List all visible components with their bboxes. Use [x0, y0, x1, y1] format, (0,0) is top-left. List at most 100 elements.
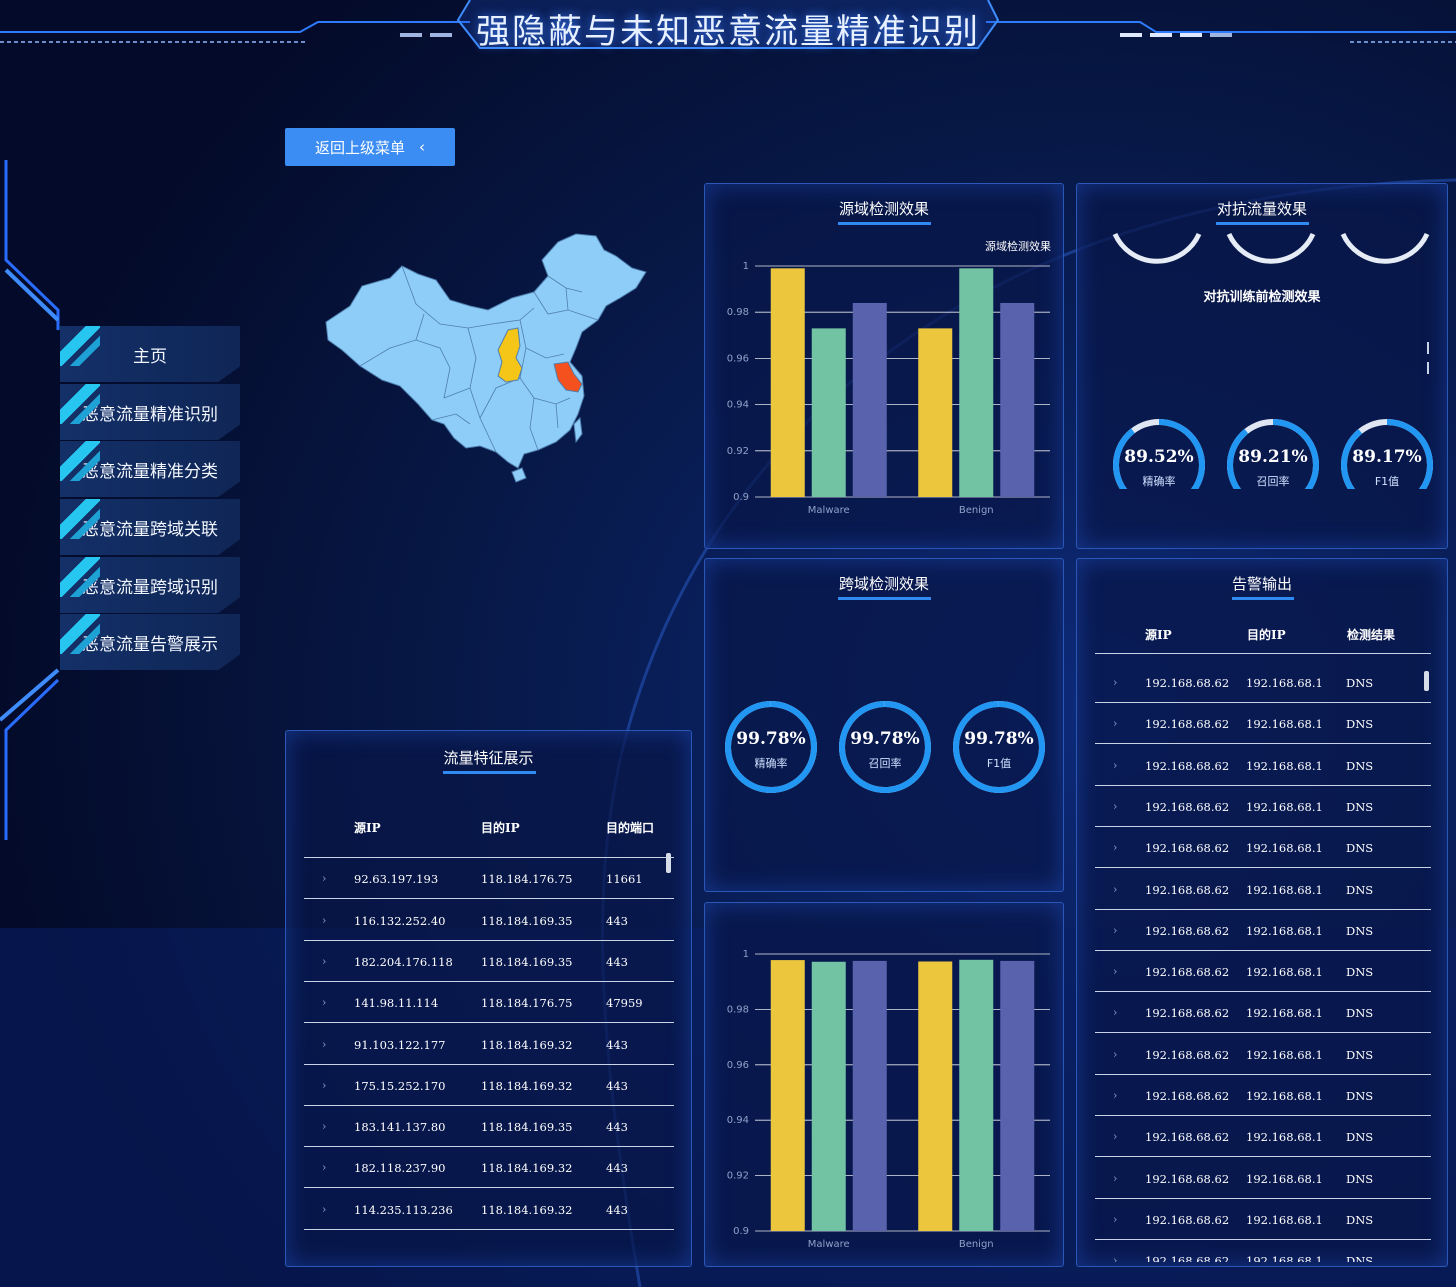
table-cell: 192.168.68.1	[1246, 965, 1323, 980]
table-row[interactable]: › 92.63.197.193 118.184.176.75 11661	[304, 858, 674, 900]
sidebar-item-cross-domain-association[interactable]: 恶意流量跨域关联	[60, 499, 240, 555]
chevron-right-icon[interactable]: ›	[1113, 1172, 1117, 1185]
map-taiwan[interactable]	[573, 416, 583, 444]
table-cell: 192.168.68.1	[1246, 841, 1323, 856]
chevron-right-icon[interactable]: ›	[1113, 676, 1117, 689]
chevron-right-icon[interactable]: ›	[322, 872, 326, 885]
y-tick-label: 0.96	[727, 353, 749, 364]
adversarial-gauges: 89.52% 精确率 89.21% 召回率 89.17% F1值	[1077, 417, 1447, 489]
table-cell: 118.184.169.35	[481, 954, 573, 969]
table-cell: 443	[606, 1161, 628, 1176]
sidebar-item-home[interactable]: 主页	[60, 326, 240, 382]
chevron-right-icon[interactable]: ›	[322, 1161, 326, 1174]
table-row[interactable]: › 192.168.68.62 192.168.68.1 DNS	[1095, 910, 1431, 951]
chevron-right-icon[interactable]: ›	[1113, 841, 1117, 854]
scroll-indicator	[1427, 342, 1429, 354]
chevron-right-icon[interactable]: ›	[1113, 883, 1117, 896]
sidebar-item-precise-identification[interactable]: 恶意流量精准识别	[60, 384, 240, 440]
scrollbar-thumb[interactable]	[666, 853, 671, 873]
chevron-right-icon[interactable]: ›	[1113, 1213, 1117, 1226]
table-row[interactable]: › 114.235.113.236 118.184.169.32 443	[304, 1189, 674, 1230]
table-row[interactable]: › 192.168.68.62 192.168.68.1 DNS	[1095, 951, 1431, 993]
chevron-right-icon[interactable]: ›	[322, 914, 326, 927]
table-row[interactable]: › 192.168.68.62 192.168.68.1 DNS	[1095, 1075, 1431, 1116]
gauge-label: 召回率	[1256, 475, 1290, 488]
table-row[interactable]: › 192.168.68.62 192.168.68.1 DNS	[1095, 662, 1431, 703]
chevron-right-icon[interactable]: ›	[1113, 800, 1117, 813]
x-category-label: Benign	[959, 505, 994, 516]
chevron-right-icon[interactable]: ›	[1113, 924, 1117, 937]
china-map[interactable]	[320, 228, 655, 488]
panel-title: 流量特征展示	[443, 749, 534, 767]
header-divider	[1095, 653, 1431, 654]
chevron-right-icon[interactable]: ›	[1113, 1130, 1117, 1143]
chevron-right-icon[interactable]: ›	[322, 1120, 326, 1133]
chevron-right-icon[interactable]: ›	[322, 1079, 326, 1092]
column-header-dest-port: 目的端口	[606, 821, 655, 835]
stripe-decoration	[60, 384, 100, 424]
back-to-parent-menu-button[interactable]: 返回上级菜单 ‹	[285, 128, 455, 166]
table-row[interactable]: › 192.168.68.62 192.168.68.1 DNS	[1095, 745, 1431, 786]
table-cell: DNS	[1346, 758, 1374, 773]
chevron-right-icon[interactable]: ›	[1113, 759, 1117, 772]
sidebar-item-alert-display[interactable]: 恶意流量告警展示	[60, 614, 240, 670]
chevron-right-icon[interactable]: ›	[1113, 1048, 1117, 1061]
table-row[interactable]: › 183.141.137.80 118.184.169.35 443	[304, 1106, 674, 1148]
table-row[interactable]: › 192.168.68.62 192.168.68.1 DNS	[1095, 786, 1431, 827]
table-row[interactable]: › 91.103.122.177 118.184.169.32 443	[304, 1024, 674, 1065]
table-cell: DNS	[1346, 1047, 1374, 1062]
chevron-right-icon[interactable]: ›	[1113, 1089, 1117, 1102]
alert-table-body[interactable]: › 192.168.68.62 192.168.68.1 DNS › 192.168.68…	[1095, 662, 1431, 1262]
source-domain-detection-panel: 源域检测效果 源域检测效果 0.9 0.92 0.94 0.96 0.98 1 Malware…	[704, 183, 1064, 549]
table-row[interactable]: › 182.118.237.90 118.184.169.32 443	[304, 1147, 674, 1189]
bar-malware-3	[852, 302, 887, 497]
chevron-right-icon[interactable]: ›	[1113, 717, 1117, 730]
table-row[interactable]: › 192.168.68.62 192.168.68.1 DNS	[1095, 827, 1431, 869]
table-row[interactable]: › 192.168.68.62 192.168.68.1 DNS	[1095, 1158, 1431, 1199]
table-row[interactable]: › 192.168.68.62 192.168.68.1 DNS	[1095, 1116, 1431, 1158]
table-row[interactable]: › 223.74.129.163 118.184.169.32 443	[304, 843, 674, 858]
table-cell: 192.168.68.62	[1145, 799, 1230, 814]
sidebar-item-cross-domain-identification[interactable]: 恶意流量跨域识别	[60, 557, 240, 613]
table-row[interactable]: › 192.168.68.62 192.168.68.1 DNS	[1095, 992, 1431, 1034]
table-cell: 443	[606, 1120, 628, 1135]
column-header-dest-ip: 目的IP	[481, 821, 520, 835]
bar-benign-2	[959, 959, 994, 1231]
chevron-right-icon[interactable]: ›	[322, 1203, 326, 1216]
table-cell: 192.168.68.62	[1145, 1212, 1230, 1227]
chevron-right-icon[interactable]: ›	[322, 1038, 326, 1051]
y-tick-label: 0.9	[733, 1226, 749, 1237]
table-cell: 116.132.252.40	[354, 913, 446, 928]
table-row[interactable]: › 182.204.176.118 118.184.169.35 443	[304, 941, 674, 982]
map-mainland[interactable]	[325, 233, 647, 469]
chevron-right-icon[interactable]: ›	[1113, 1254, 1117, 1262]
sidebar-item-precise-classification[interactable]: 恶意流量精准分类	[60, 441, 240, 497]
chevron-right-icon[interactable]: ›	[1113, 965, 1117, 978]
map-hainan[interactable]	[511, 467, 527, 483]
table-row[interactable]: › 116.132.252.40 118.184.169.35 443	[304, 900, 674, 941]
table-cell: 443	[606, 1202, 628, 1217]
title-underline	[838, 597, 931, 600]
table-row[interactable]: › 192.168.68.62 192.168.68.1 DNS	[1095, 1199, 1431, 1240]
gauge-value: 99.78%	[736, 729, 806, 749]
table-row[interactable]: › 141.98.11.114 118.184.176.75 47959	[304, 982, 674, 1024]
chevron-right-icon[interactable]: ›	[322, 843, 326, 844]
traffic-table-body[interactable]: › 223.74.129.163 118.184.169.32 443 › 92.63.1…	[304, 843, 674, 1261]
table-row[interactable]: › 192.168.68.62 192.168.68.1 DNS	[1095, 1240, 1431, 1262]
sidebar-item-label: 恶意流量精准识别	[82, 404, 218, 425]
chevron-right-icon[interactable]: ›	[322, 996, 326, 1009]
table-cell: DNS	[1346, 841, 1374, 856]
table-row[interactable]: › 192.168.68.62 192.168.68.1 DNS	[1095, 1034, 1431, 1075]
sidebar-item-label: 主页	[133, 346, 167, 367]
scrollbar-thumb[interactable]	[1424, 671, 1429, 691]
table-row[interactable]: › 175.15.252.170 118.184.169.32 443	[304, 1065, 674, 1106]
gauge-value: 89.21%	[1238, 447, 1308, 467]
chevron-right-icon[interactable]: ›	[1113, 1006, 1117, 1019]
table-cell: 192.168.68.1	[1246, 717, 1323, 732]
table-cell: DNS	[1346, 1130, 1374, 1145]
y-tick-label: 1	[743, 949, 749, 960]
stripe-decoration	[60, 614, 100, 654]
table-row[interactable]: › 192.168.68.62 192.168.68.1 DNS	[1095, 869, 1431, 910]
table-row[interactable]: › 192.168.68.62 192.168.68.1 DNS	[1095, 703, 1431, 745]
chevron-right-icon[interactable]: ›	[322, 955, 326, 968]
